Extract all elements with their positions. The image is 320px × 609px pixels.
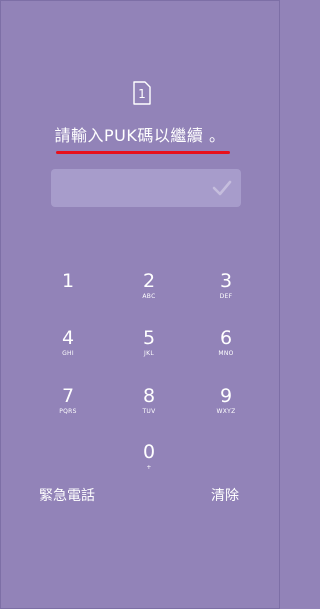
prompt-underline — [56, 151, 230, 154]
keypad-key-2[interactable]: 2 ABC — [119, 270, 179, 316]
puk-prompt-text: 請輸入PUK碼以繼續 。 — [54, 126, 226, 145]
keypad-key-9[interactable]: 9 WXYZ — [196, 385, 256, 431]
checkmark-icon — [212, 180, 232, 196]
keypad-key-4[interactable]: 4 GHI — [38, 327, 98, 373]
key-digit: 4 — [61, 327, 75, 349]
keypad-key-3[interactable]: 3 DEF — [196, 270, 256, 316]
emergency-call-button[interactable]: 緊急電話 — [39, 487, 95, 505]
keypad-key-0[interactable]: 0 + — [119, 441, 179, 487]
key-digit: 3 — [219, 270, 233, 292]
key-digit: 7 — [61, 385, 75, 407]
key-digit: 0 — [142, 441, 156, 463]
key-letters: TUV — [142, 408, 156, 415]
keypad-key-1[interactable]: 1 — [38, 270, 98, 316]
sim-slot-number: 1 — [138, 87, 146, 101]
key-digit: 1 — [61, 270, 75, 292]
key-letters: + — [146, 464, 152, 471]
clear-button[interactable]: 清除 — [211, 487, 239, 505]
key-letters: JKL — [144, 350, 154, 357]
key-digit: 5 — [142, 327, 156, 349]
sim-card-icon: 1 — [133, 81, 151, 105]
key-letters: WXYZ — [216, 408, 236, 415]
keypad-key-5[interactable]: 5 JKL — [119, 327, 179, 373]
key-digit: 9 — [219, 385, 233, 407]
key-letters: DEF — [219, 293, 233, 300]
keypad-key-7[interactable]: 7 PQRS — [38, 385, 98, 431]
key-letters: PQRS — [59, 408, 77, 415]
confirm-check-button[interactable] — [211, 178, 233, 198]
keypad-key-8[interactable]: 8 TUV — [119, 385, 179, 431]
key-digit: 6 — [219, 327, 233, 349]
key-letters: MNO — [218, 350, 234, 357]
key-digit: 2 — [142, 270, 156, 292]
puk-input-field[interactable] — [51, 169, 241, 207]
puk-lock-screen: 1 請輸入PUK碼以繼續 。 1 2 ABC 3 DEF 4 GHI 5 JKL… — [0, 0, 280, 609]
keypad-key-6[interactable]: 6 MNO — [196, 327, 256, 373]
key-letters: GHI — [62, 350, 74, 357]
key-letters: ABC — [142, 293, 156, 300]
key-digit: 8 — [142, 385, 156, 407]
